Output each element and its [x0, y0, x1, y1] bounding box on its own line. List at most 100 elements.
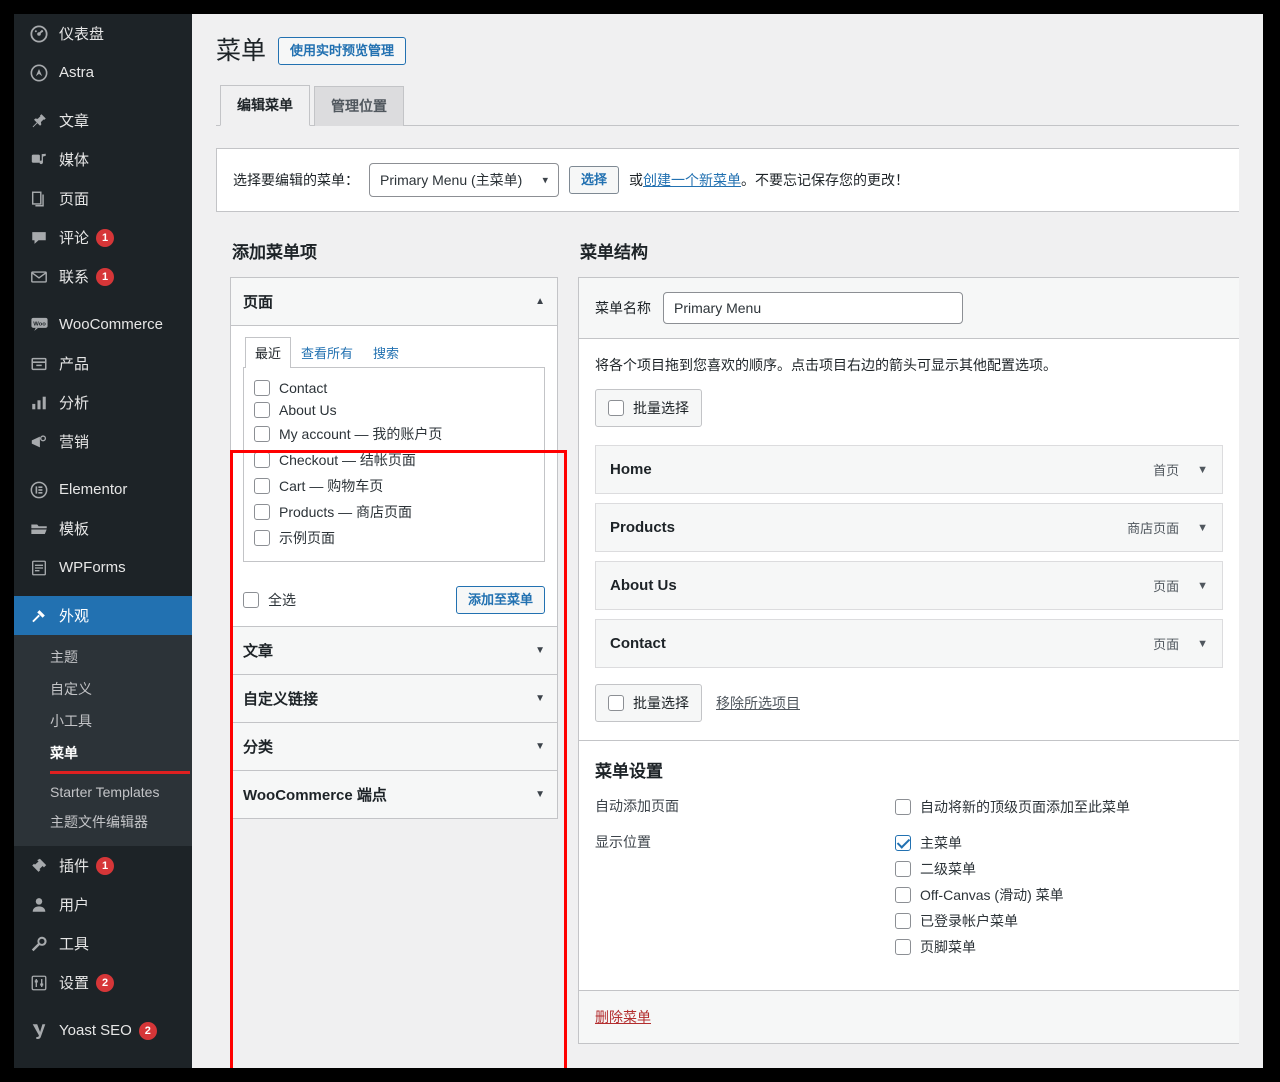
create-new-menu-link[interactable]: 创建一个新菜单 [643, 172, 741, 188]
chevron-down-icon[interactable]: ▼ [1197, 638, 1208, 650]
select-all-label: 全选 [268, 590, 296, 610]
tab-edit-menus[interactable]: 编辑菜单 [220, 85, 310, 126]
sidebar-item-label: 联系 [59, 266, 89, 287]
admin-viewport: 仪表盘 Astra 文章 媒体 页面 [14, 14, 1263, 1068]
sidebar-item-label: 用户 [59, 894, 89, 915]
admin-sidebar: 仪表盘 Astra 文章 媒体 页面 [14, 14, 192, 1068]
chevron-down-icon[interactable]: ▼ [1197, 580, 1208, 592]
submenu-item-theme-file-editor[interactable]: 主题文件编辑器 [14, 806, 192, 838]
submenu-item-widgets[interactable]: 小工具 [14, 705, 192, 737]
menu-item-row[interactable]: Contact 页面 ▼ [595, 619, 1223, 668]
checkbox[interactable] [895, 887, 911, 903]
submenu-item-starter-templates[interactable]: Starter Templates [14, 778, 192, 806]
submenu-item-customize[interactable]: 自定义 [14, 673, 192, 705]
sidebar-item-woocommerce[interactable]: Woo WooCommerce [14, 305, 192, 344]
bulk-select-bottom-button[interactable]: 批量选择 [595, 684, 702, 722]
sidebar-item-elementor[interactable]: Elementor [14, 470, 192, 509]
select-all-pages[interactable]: 全选 [243, 587, 296, 613]
sidebar-item-templates[interactable]: 模板 [14, 509, 192, 548]
checkbox[interactable] [608, 695, 624, 711]
display-location-option[interactable]: 已登录帐户菜单 [895, 908, 1223, 934]
accordion-header-pages[interactable]: 页面 ▲ [231, 278, 557, 326]
checkbox[interactable] [895, 799, 911, 815]
pages-tabs: 最近 查看所有 搜索 [243, 336, 545, 368]
sidebar-item-marketing[interactable]: 营销 [14, 422, 192, 461]
sidebar-item-contact[interactable]: 联系 1 [14, 257, 192, 296]
accordion-header-categories[interactable]: 分类 ▼ [231, 722, 557, 770]
nav-tabs: 编辑菜单 管理位置 [216, 84, 1239, 126]
checkbox[interactable] [895, 913, 911, 929]
live-preview-button[interactable]: 使用实时预览管理 [278, 37, 406, 65]
checkbox[interactable] [895, 835, 911, 851]
checkbox[interactable] [243, 592, 259, 608]
display-location-option[interactable]: 主菜单 [895, 830, 1223, 856]
display-location-option[interactable]: 页脚菜单 [895, 934, 1223, 960]
sidebar-item-astra[interactable]: Astra [14, 53, 192, 92]
tab-manage-locations[interactable]: 管理位置 [314, 86, 404, 126]
menu-select-dropdown[interactable]: Primary Menu (主菜单) ▾ [369, 163, 559, 197]
sidebar-item-plugins[interactable]: 插件 1 [14, 846, 192, 885]
checkbox[interactable] [254, 452, 270, 468]
menu-name-input[interactable] [663, 292, 963, 324]
select-button[interactable]: 选择 [569, 166, 619, 194]
accordion-header-custom-links[interactable]: 自定义链接 ▼ [231, 674, 557, 722]
sidebar-item-settings[interactable]: 设置 2 [14, 963, 192, 1002]
display-location-option-label: 二级菜单 [920, 859, 976, 879]
sidebar-item-comments[interactable]: 评论 1 [14, 218, 192, 257]
list-item[interactable]: About Us [254, 399, 534, 421]
list-item[interactable]: Checkout — 结帐页面 [254, 447, 534, 473]
display-location-option-label: 主菜单 [920, 833, 962, 853]
checkbox[interactable] [254, 530, 270, 546]
menu-item-meta: 首页 ▼ [1153, 460, 1208, 479]
menu-item-row[interactable]: Products 商店页面 ▼ [595, 503, 1223, 552]
list-item[interactable]: Cart — 购物车页 [254, 473, 534, 499]
checkbox[interactable] [895, 861, 911, 877]
checkbox[interactable] [608, 400, 624, 416]
sidebar-item-tools[interactable]: 工具 [14, 924, 192, 963]
sidebar-item-yoast-seo[interactable]: Yoast SEO 2 [14, 1011, 192, 1050]
display-location-option[interactable]: 二级菜单 [895, 856, 1223, 882]
sidebar-item-posts[interactable]: 文章 [14, 101, 192, 140]
add-to-menu-button[interactable]: 添加至菜单 [456, 586, 545, 614]
bulk-select-top-button[interactable]: 批量选择 [595, 389, 702, 427]
sidebar-item-pages[interactable]: 页面 [14, 179, 192, 218]
list-item[interactable]: My account — 我的账户页 [254, 421, 534, 447]
delete-menu-link[interactable]: 删除菜单 [595, 1009, 651, 1025]
sidebar-item-products[interactable]: 产品 [14, 344, 192, 383]
submenu-item-themes[interactable]: 主题 [14, 641, 192, 673]
list-item[interactable]: Products — 商店页面 [254, 499, 534, 525]
submenu-item-menus[interactable]: 菜单 [14, 737, 192, 769]
checkbox[interactable] [254, 504, 270, 520]
sidebar-item-label: WPForms [59, 559, 126, 576]
chevron-down-icon[interactable]: ▼ [1197, 522, 1208, 534]
auto-add-pages-row: 自动添加页面 自动将新的顶级页面添加至此菜单 [595, 794, 1223, 820]
checkbox[interactable] [895, 939, 911, 955]
sidebar-item-wpforms[interactable]: WPForms [14, 548, 192, 587]
display-location-options: 主菜单 二级菜单 Off-Canvas (滑动) 菜单 [895, 830, 1223, 960]
chevron-down-icon[interactable]: ▼ [1197, 464, 1208, 476]
elementor-icon [26, 481, 52, 499]
add-menu-items-column: 添加菜单项 页面 ▲ 最近 查看所有 搜索 [216, 212, 568, 833]
menu-item-row[interactable]: Home 首页 ▼ [595, 445, 1223, 494]
sidebar-item-dashboard[interactable]: 仪表盘 [14, 14, 192, 53]
pages-tab-view-all[interactable]: 查看所有 [291, 337, 363, 368]
checkbox[interactable] [254, 402, 270, 418]
accordion-header-woocommerce-endpoints[interactable]: WooCommerce 端点 ▼ [231, 770, 557, 818]
auto-add-pages-option[interactable]: 自动将新的顶级页面添加至此菜单 [895, 794, 1223, 820]
remove-selected-items-link[interactable]: 移除所选项目 [716, 693, 800, 713]
accordion-header-posts[interactable]: 文章 ▼ [231, 626, 557, 674]
list-item[interactable]: 示例页面 [254, 525, 534, 551]
accordion-title: 分类 [243, 736, 273, 757]
pages-tab-search[interactable]: 搜索 [363, 337, 409, 368]
sidebar-item-users[interactable]: 用户 [14, 885, 192, 924]
menu-item-row[interactable]: About Us 页面 ▼ [595, 561, 1223, 610]
display-location-option[interactable]: Off-Canvas (滑动) 菜单 [895, 882, 1223, 908]
sidebar-item-appearance[interactable]: 外观 [14, 596, 192, 635]
sidebar-item-analytics[interactable]: 分析 [14, 383, 192, 422]
pages-tab-recent[interactable]: 最近 [245, 337, 291, 368]
checkbox[interactable] [254, 478, 270, 494]
sidebar-item-media[interactable]: 媒体 [14, 140, 192, 179]
checkbox[interactable] [254, 380, 270, 396]
checkbox[interactable] [254, 426, 270, 442]
list-item[interactable]: Contact [254, 377, 534, 399]
